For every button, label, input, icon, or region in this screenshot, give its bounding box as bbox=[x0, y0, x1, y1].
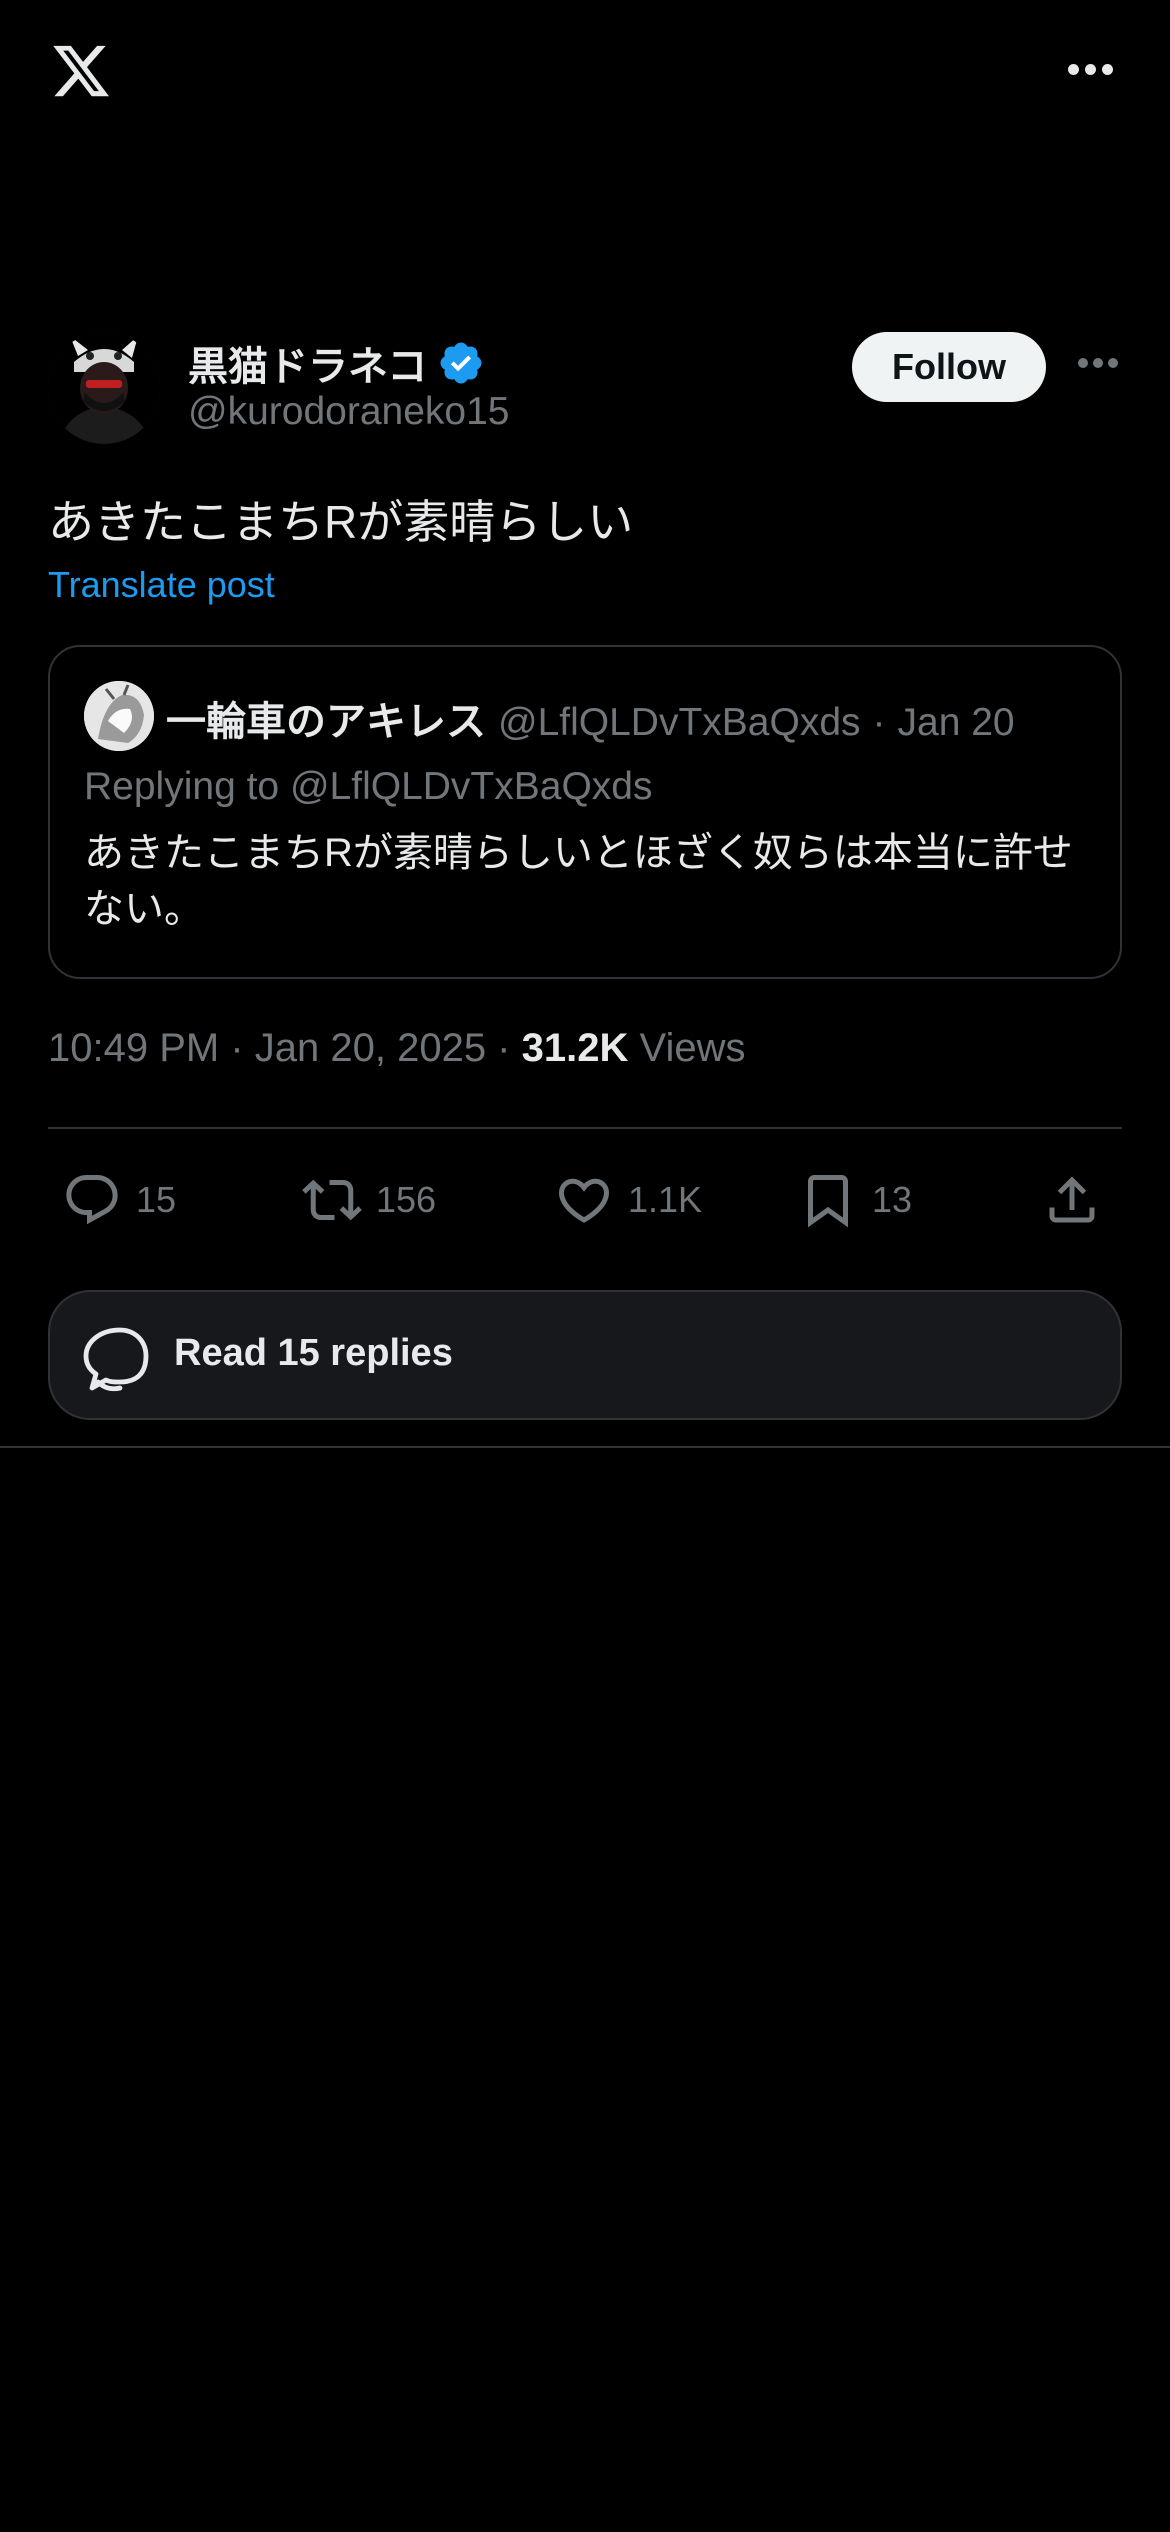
read-replies-label: Read 15 replies bbox=[174, 1332, 453, 1374]
share-button[interactable] bbox=[1042, 1160, 1102, 1240]
translate-post-link[interactable]: Translate post bbox=[48, 564, 275, 606]
x-logo-icon[interactable] bbox=[48, 40, 114, 102]
more-options-icon[interactable] bbox=[1068, 60, 1114, 78]
author-display-name[interactable]: 黒猫ドラネコ bbox=[188, 334, 427, 392]
like-button[interactable]: 1.1K bbox=[554, 1160, 702, 1240]
quote-separator: · bbox=[872, 701, 886, 744]
views-count: 31.2K bbox=[521, 1026, 629, 1070]
quoted-post[interactable]: 一輪車のアキレス @LflQLDvTxBaQxds · Jan 20 Reply… bbox=[48, 645, 1122, 979]
quote-date: Jan 20 bbox=[897, 701, 1015, 744]
views-label: Views bbox=[639, 1026, 746, 1070]
author-name-row: 黒猫ドラネコ bbox=[188, 334, 485, 392]
quote-display-name[interactable]: 一輪車のアキレス bbox=[166, 689, 486, 747]
bookmark-icon bbox=[808, 1175, 848, 1228]
action-bar: 15 156 1.1K 13 bbox=[48, 1160, 1122, 1240]
divider bbox=[0, 1446, 1170, 1448]
more-horizontal-icon[interactable] bbox=[1078, 358, 1118, 368]
bookmark-button[interactable]: 13 bbox=[798, 1160, 912, 1240]
follow-button[interactable]: Follow bbox=[852, 332, 1046, 402]
verified-badge-icon[interactable] bbox=[437, 339, 485, 387]
post-text: あきたこまちRが素晴らしい bbox=[48, 496, 634, 548]
quote-avatar[interactable] bbox=[84, 681, 154, 751]
quote-handle[interactable]: @LflQLDvTxBaQxds bbox=[498, 701, 861, 745]
repost-icon bbox=[302, 1179, 362, 1221]
top-bar bbox=[0, 0, 1170, 150]
repost-button[interactable]: 156 bbox=[302, 1160, 436, 1240]
author-handle[interactable]: @kurodoraneko15 bbox=[188, 390, 509, 434]
quote-text: あきたこまちRが素晴らしいとほざく奴らは本当に許せない。 bbox=[84, 831, 1073, 931]
share-icon bbox=[1049, 1176, 1095, 1223]
post-author: 黒猫ドラネコ @kurodoraneko15 Follow bbox=[48, 332, 1122, 452]
like-count: 1.1K bbox=[628, 1179, 703, 1220]
post-timestamp: 10:49 PM · Jan 20, 2025 · bbox=[48, 1026, 511, 1070]
heart-icon bbox=[558, 1178, 610, 1223]
repost-count: 156 bbox=[376, 1179, 437, 1220]
reply-button[interactable]: 15 bbox=[62, 1160, 176, 1240]
conversation-icon bbox=[83, 1327, 149, 1392]
quote-header: 一輪車のアキレス @LflQLDvTxBaQxds · Jan 20 bbox=[166, 689, 1015, 747]
read-replies-button[interactable]: Read 15 replies bbox=[48, 1290, 1122, 1420]
bookmark-count: 13 bbox=[872, 1179, 913, 1220]
post-metadata: 10:49 PM · Jan 20, 2025 · 31.2K Views bbox=[48, 1026, 745, 1071]
avatar[interactable] bbox=[48, 332, 160, 444]
reply-icon bbox=[66, 1175, 118, 1225]
quote-replying-to: Replying to @LflQLDvTxBaQxds bbox=[84, 765, 653, 808]
reply-count: 15 bbox=[136, 1179, 177, 1220]
divider bbox=[48, 1127, 1122, 1129]
